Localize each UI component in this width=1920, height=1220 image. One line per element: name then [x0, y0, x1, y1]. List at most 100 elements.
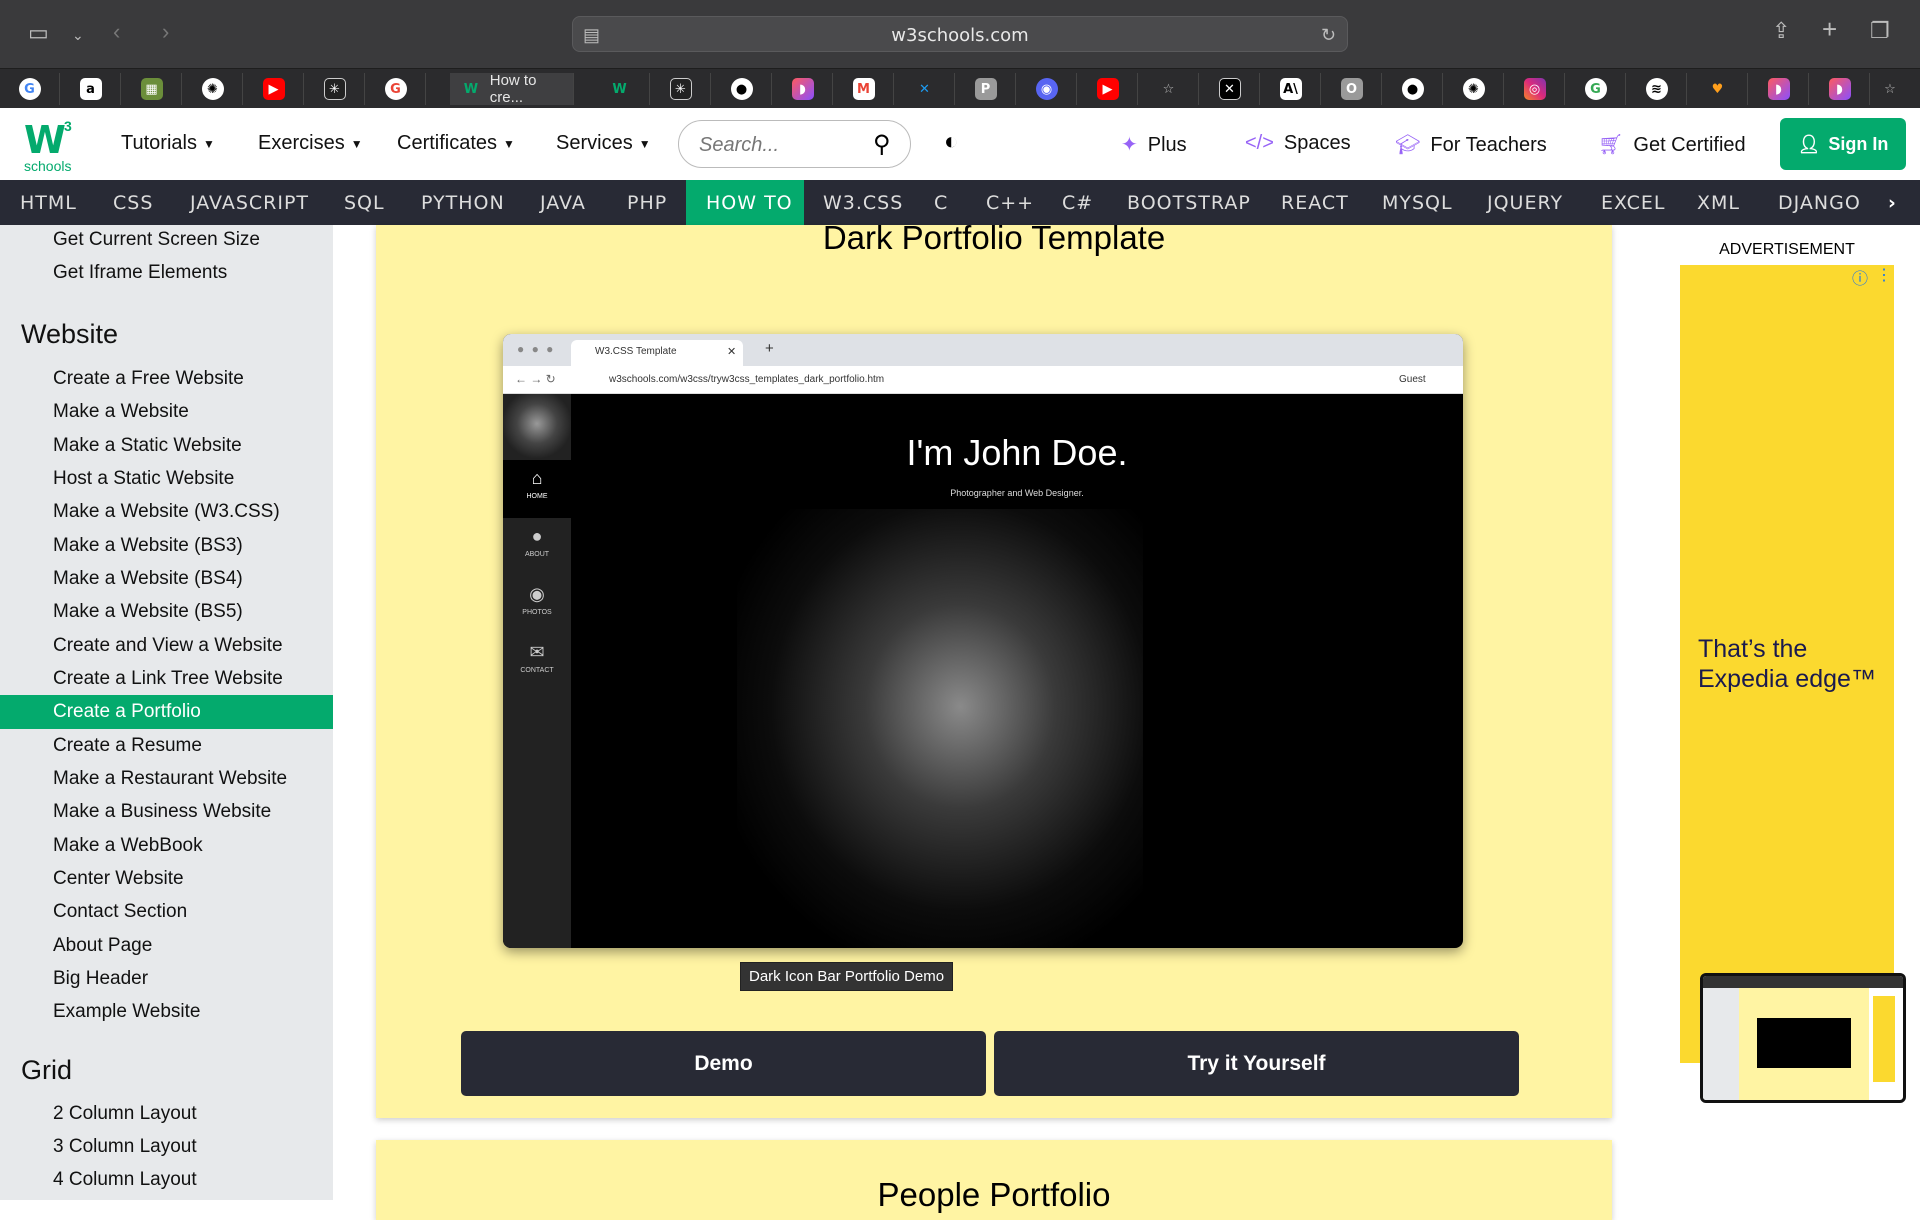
menu-w3css[interactable]: W3.CSS	[823, 192, 903, 214]
menu-excel[interactable]: EXCEL	[1601, 192, 1666, 214]
tab-active[interactable]: W How to cre...	[450, 72, 574, 106]
tab-github[interactable]: ●	[712, 73, 772, 105]
tab-google-3[interactable]: G	[1566, 73, 1626, 105]
tab-x[interactable]: ✕	[1200, 73, 1260, 105]
sidebar-item[interactable]: About Page	[53, 935, 152, 957]
sidebar-item[interactable]: Create a Free Website	[53, 368, 244, 390]
menu-java[interactable]: JAVA	[540, 192, 586, 214]
plus-link[interactable]: ✦ Plus	[1121, 132, 1187, 157]
tab-bookmark[interactable]: ☆	[1139, 73, 1199, 105]
tab-calculator[interactable]: ▦	[122, 73, 182, 105]
search-input[interactable]: Search... ⚲	[678, 120, 911, 168]
sidebar-toggle-icon[interactable]: ▭	[28, 22, 49, 44]
dark-mode-icon[interactable]: ◐	[944, 128, 959, 156]
back-icon[interactable]: ‹	[113, 21, 120, 43]
tab-bookmark-2[interactable]: ☆	[1860, 73, 1920, 105]
sidebar-item[interactable]: Make a Business Website	[53, 801, 271, 823]
sidebar-item[interactable]: 2 Column Layout	[53, 1103, 197, 1125]
menu-django[interactable]: DJANGO	[1778, 192, 1861, 214]
sidebar-item[interactable]: 3 Column Layout	[53, 1136, 197, 1158]
sidebar-item[interactable]: 4 Column Layout	[53, 1169, 197, 1191]
menu-react[interactable]: REACT	[1281, 192, 1349, 214]
get-certified-link[interactable]: 🛒︎ Get Certified	[1598, 132, 1746, 157]
sidebar-item[interactable]: Center Website	[53, 868, 184, 890]
tab-p-app[interactable]: P	[956, 73, 1016, 105]
ad-menu-icon[interactable]: ⋮	[1876, 265, 1892, 285]
tab-chatgpt[interactable]: ✺	[183, 73, 243, 105]
sidebar-item[interactable]: Get Iframe Elements	[53, 262, 227, 284]
sidebar-item[interactable]: Get Current Screen Size	[53, 229, 260, 251]
exercises-menu[interactable]: Exercises ▼	[258, 132, 363, 155]
sidebar-item[interactable]: Make a Static Website	[53, 435, 242, 457]
template-preview-image[interactable]: ● ● ● W3.CSS Template ✕ + ← → ↻ w3school…	[503, 334, 1463, 948]
menu-bootstrap[interactable]: BOOTSTRAP	[1127, 192, 1251, 214]
tab-youtube[interactable]: ▶	[244, 73, 304, 105]
chevron-down-icon[interactable]: ⌄	[72, 24, 84, 46]
sidebar-item[interactable]: Make a Website (BS4)	[53, 568, 243, 590]
share-icon[interactable]: ⇪	[1772, 20, 1790, 42]
tab-arc-2[interactable]: ◗	[1749, 73, 1809, 105]
thumbnail-preview[interactable]	[1700, 973, 1906, 1103]
ad-info-icon[interactable]: ⓘ	[1852, 265, 1868, 289]
menu-c[interactable]: C	[934, 192, 948, 214]
reload-icon[interactable]: ↻	[1321, 24, 1336, 46]
menu-csharp[interactable]: C#	[1062, 192, 1093, 214]
tab-w3schools[interactable]: W	[590, 73, 650, 105]
demo-button[interactable]: Demo	[461, 1031, 986, 1096]
sidebar-item[interactable]: Make a Restaurant Website	[53, 768, 287, 790]
menu-python[interactable]: PYTHON	[421, 192, 505, 214]
tutorials-menu[interactable]: Tutorials ▼	[121, 132, 215, 155]
new-tab-icon[interactable]: +	[1822, 16, 1837, 42]
sidebar-item[interactable]: Make a WebBook	[53, 835, 203, 857]
certificates-menu[interactable]: Certificates ▼	[397, 132, 515, 155]
menu-xml[interactable]: XML	[1697, 192, 1740, 214]
tab-instagram[interactable]: ◎	[1505, 73, 1565, 105]
tab-heart[interactable]: ♥	[1688, 73, 1748, 105]
sidebar-item[interactable]: Make a Website (BS3)	[53, 535, 243, 557]
tab-discord[interactable]: ◉	[1017, 73, 1077, 105]
search-icon[interactable]: ⚲	[873, 130, 891, 159]
tab-github-2[interactable]: ●	[1383, 73, 1443, 105]
sidebar-item[interactable]: Host a Static Website	[53, 468, 234, 490]
menu-html[interactable]: HTML	[20, 192, 77, 214]
menu-php[interactable]: PHP	[627, 192, 667, 214]
menu-sql[interactable]: SQL	[344, 192, 385, 214]
sidebar-item[interactable]: Create a Link Tree Website	[53, 668, 283, 690]
tab-arc[interactable]: ◗	[773, 73, 833, 105]
sidebar-item[interactable]: Make a Website	[53, 401, 189, 423]
forward-icon[interactable]: ›	[162, 21, 169, 43]
services-menu[interactable]: Services ▼	[556, 132, 651, 155]
sidebar-item[interactable]: Example Website	[53, 1001, 201, 1023]
menu-how-to[interactable]: HOW TO	[706, 192, 793, 214]
tab-perplexity-2[interactable]: ✳	[651, 73, 711, 105]
advertisement-banner[interactable]: ⓘ ⋮ That’s the Expedia edge™	[1680, 265, 1894, 1063]
tab-youtube-2[interactable]: ▶	[1078, 73, 1138, 105]
tab-gmail[interactable]: M	[834, 73, 894, 105]
tab-perplexity[interactable]: ✳	[305, 73, 365, 105]
sidebar-item[interactable]: Create and View a Website	[53, 635, 283, 657]
menu-javascript[interactable]: JAVASCRIPT	[190, 192, 309, 214]
sidebar-item[interactable]: Make a Website (W3.CSS)	[53, 501, 280, 523]
tab-spotify[interactable]: ≋	[1627, 73, 1687, 105]
try-it-yourself-button[interactable]: Try it Yourself	[994, 1031, 1519, 1096]
menu-cpp[interactable]: C++	[986, 192, 1034, 214]
tab-anthropic[interactable]: A\	[1261, 73, 1321, 105]
tab-o-app[interactable]: O	[1322, 73, 1382, 105]
sidebar-item[interactable]: Create a Resume	[53, 735, 202, 757]
menu-scroll-right-icon[interactable]: ›	[1888, 192, 1897, 214]
tab-amazon[interactable]: a	[61, 73, 121, 105]
menu-css[interactable]: CSS	[113, 192, 153, 214]
tab-google[interactable]: G	[0, 73, 60, 105]
spaces-link[interactable]: </> Spaces	[1245, 132, 1351, 155]
tab-x-blue[interactable]: ✕	[895, 73, 955, 105]
sidebar-item-active[interactable]: Create a Portfolio	[53, 701, 201, 723]
menu-mysql[interactable]: MYSQL	[1382, 192, 1453, 214]
sign-in-button[interactable]: 👤︎ Sign In	[1780, 118, 1906, 170]
menu-jquery[interactable]: JQUERY	[1487, 192, 1563, 214]
sidebar-item[interactable]: Big Header	[53, 968, 148, 990]
sidebar-item[interactable]: Contact Section	[53, 901, 187, 923]
tab-overview-icon[interactable]: ❐	[1870, 20, 1890, 42]
sidebar-item[interactable]: Make a Website (BS5)	[53, 601, 243, 623]
tab-google-2[interactable]: G	[366, 73, 426, 105]
tab-chatgpt-2[interactable]: ✺	[1444, 73, 1504, 105]
